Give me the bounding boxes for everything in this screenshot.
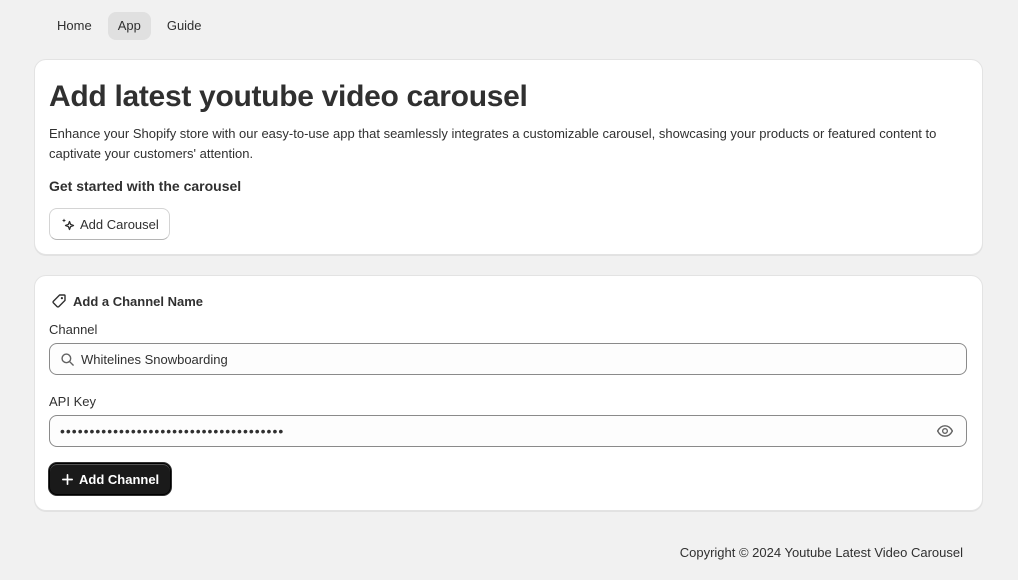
tab-guide[interactable]: Guide (157, 12, 212, 40)
search-icon (60, 352, 75, 367)
get-started-heading: Get started with the carousel (49, 178, 242, 194)
tab-app[interactable]: App (107, 12, 151, 40)
add-carousel-label: Add Carousel (80, 216, 159, 232)
channel-field (49, 343, 967, 375)
footer-copyright: Copyright © 2024 Youtube Latest Video Ca… (679, 545, 963, 560)
tag-icon (51, 293, 67, 309)
top-navigation: Home App Guide (47, 12, 212, 40)
channel-section-heading: Add a Channel Name (51, 293, 203, 309)
add-carousel-button[interactable]: Add Carousel (49, 208, 170, 240)
api-key-input[interactable] (60, 416, 936, 446)
add-channel-button[interactable]: Add Channel (49, 463, 172, 495)
api-key-field-label: API Key (49, 394, 96, 409)
page-title: Add latest youtube video carousel (49, 80, 528, 113)
intro-card: Add latest youtube video carousel Enhanc… (34, 59, 983, 255)
add-channel-label: Add Channel (79, 471, 160, 487)
tab-home[interactable]: Home (47, 12, 102, 40)
channel-input[interactable] (81, 344, 966, 374)
api-key-field (49, 415, 967, 447)
plus-icon (61, 473, 74, 486)
intro-description: Enhance your Shopify store with our easy… (49, 126, 937, 161)
channel-card: Add a Channel Name Channel API Key (34, 275, 983, 511)
channel-section-title: Add a Channel Name (73, 293, 204, 309)
sparkle-icon (60, 216, 76, 232)
eye-icon[interactable] (936, 422, 954, 440)
channel-field-label: Channel (49, 322, 98, 337)
